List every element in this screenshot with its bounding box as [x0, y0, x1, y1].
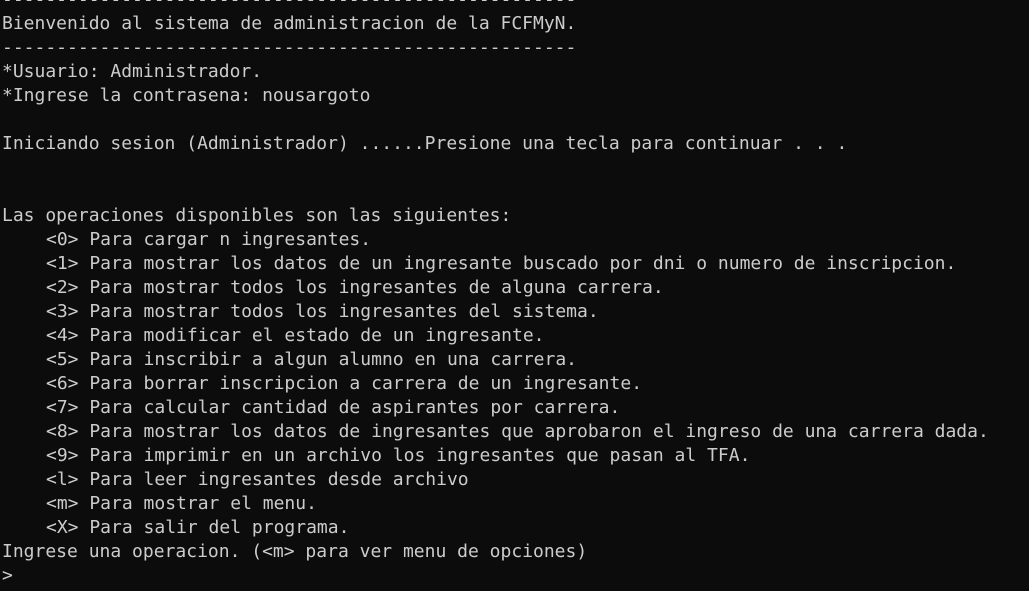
- menu-item: <5> Para inscribir a algun alumno en una…: [2, 348, 1029, 372]
- password-line: *Ingrese la contrasena: nousargoto: [2, 85, 371, 106]
- menu-item: <m> Para mostrar el menu.: [2, 492, 1029, 516]
- menu-item: <7> Para calcular cantidad de aspirantes…: [2, 396, 1029, 420]
- menu-item: <3> Para mostrar todos los ingresantes d…: [2, 300, 1029, 324]
- welcome-message: Bienvenido al sistema de administracion …: [2, 13, 577, 34]
- menu-item-text: <9> Para imprimir en un archivo los ingr…: [46, 445, 751, 466]
- operations-menu: <0> Para cargar n ingresantes. <1> Para …: [2, 228, 1029, 540]
- menu-item-text: <6> Para borrar inscripcion a carrera de…: [46, 373, 643, 394]
- menu-item: <6> Para borrar inscripcion a carrera de…: [2, 372, 1029, 396]
- menu-item: <l> Para leer ingresantes desde archivo: [2, 468, 1029, 492]
- session-start-line: Iniciando sesion (Administrador) ......P…: [2, 133, 848, 154]
- menu-item: <1> Para mostrar los datos de un ingresa…: [2, 252, 1029, 276]
- separator-line-top: ----------------------------------------…: [2, 0, 1029, 12]
- menu-item: <9> Para imprimir en un archivo los ingr…: [2, 444, 1029, 468]
- operations-heading: Las operaciones disponibles son las sigu…: [2, 205, 512, 226]
- menu-item-text: <8> Para mostrar los datos de ingresante…: [46, 421, 989, 442]
- menu-item: <8> Para mostrar los datos de ingresante…: [2, 420, 1029, 444]
- menu-item: <4> Para modificar el estado de un ingre…: [2, 324, 1029, 348]
- menu-item-text: <1> Para mostrar los datos de un ingresa…: [46, 253, 957, 274]
- menu-item: <2> Para mostrar todos los ingresantes d…: [2, 276, 1029, 300]
- menu-item-text: <l> Para leer ingresantes desde archivo: [46, 469, 469, 490]
- menu-item-text: <m> Para mostrar el menu.: [46, 493, 317, 514]
- console-window[interactable]: ----------------------------------------…: [0, 0, 1029, 591]
- menu-item-text: <0> Para cargar n ingresantes.: [46, 229, 372, 250]
- separator-line-bottom: ----------------------------------------…: [2, 37, 577, 58]
- menu-item-text: <2> Para mostrar todos los ingresantes d…: [46, 277, 664, 298]
- menu-item-text: <X> Para salir del programa.: [46, 517, 350, 538]
- menu-item-text: <5> Para inscribir a algun alumno en una…: [46, 349, 578, 370]
- menu-item: <0> Para cargar n ingresantes.: [2, 228, 1029, 252]
- menu-item-text: <3> Para mostrar todos los ingresantes d…: [46, 301, 599, 322]
- prompt-symbol: >: [2, 565, 13, 586]
- command-prompt[interactable]: >: [2, 564, 1029, 588]
- menu-item-text: <4> Para modificar el estado de un ingre…: [46, 325, 545, 346]
- menu-item-text: <7> Para calcular cantidad de aspirantes…: [46, 397, 621, 418]
- user-line: *Usuario: Administrador.: [2, 61, 263, 82]
- menu-item: <X> Para salir del programa.: [2, 516, 1029, 540]
- instruction-line: Ingrese una operacion. (<m> para ver men…: [2, 541, 588, 562]
